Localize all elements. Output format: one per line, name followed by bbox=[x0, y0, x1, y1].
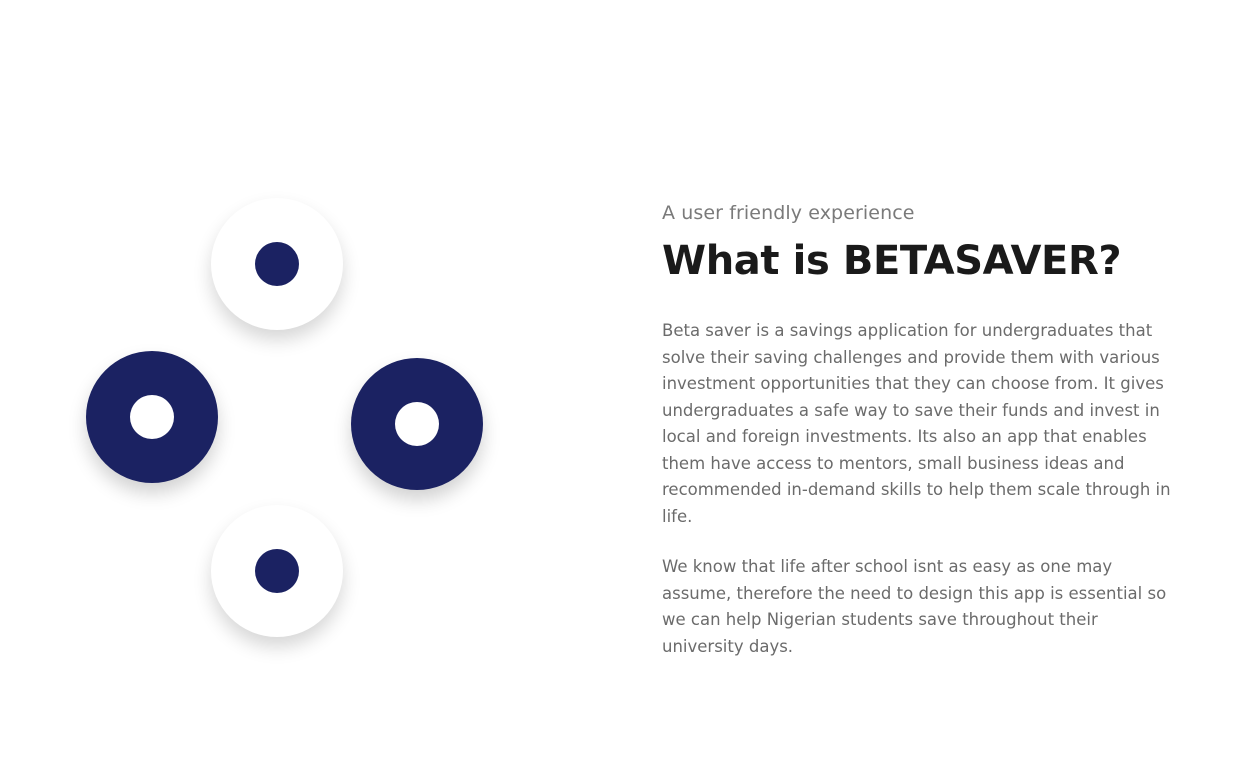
navy-dot bbox=[255, 242, 299, 286]
description-paragraph: Beta saver is a savings application for … bbox=[662, 321, 1171, 526]
top-light-circle bbox=[211, 198, 343, 330]
eyebrow-text: A user friendly experience bbox=[662, 202, 915, 224]
navy-dot bbox=[255, 549, 299, 593]
right-dark-ring bbox=[351, 358, 483, 490]
about-section: A user friendly experience What is BETAS… bbox=[662, 199, 1182, 660]
left-dark-ring bbox=[86, 351, 218, 483]
white-dot bbox=[395, 402, 439, 446]
bottom-light-circle bbox=[211, 505, 343, 637]
white-dot bbox=[130, 395, 174, 439]
section-title: What is BETASAVER? bbox=[662, 238, 1122, 284]
mission-paragraph: We know that life after school isnt as e… bbox=[662, 557, 1167, 656]
